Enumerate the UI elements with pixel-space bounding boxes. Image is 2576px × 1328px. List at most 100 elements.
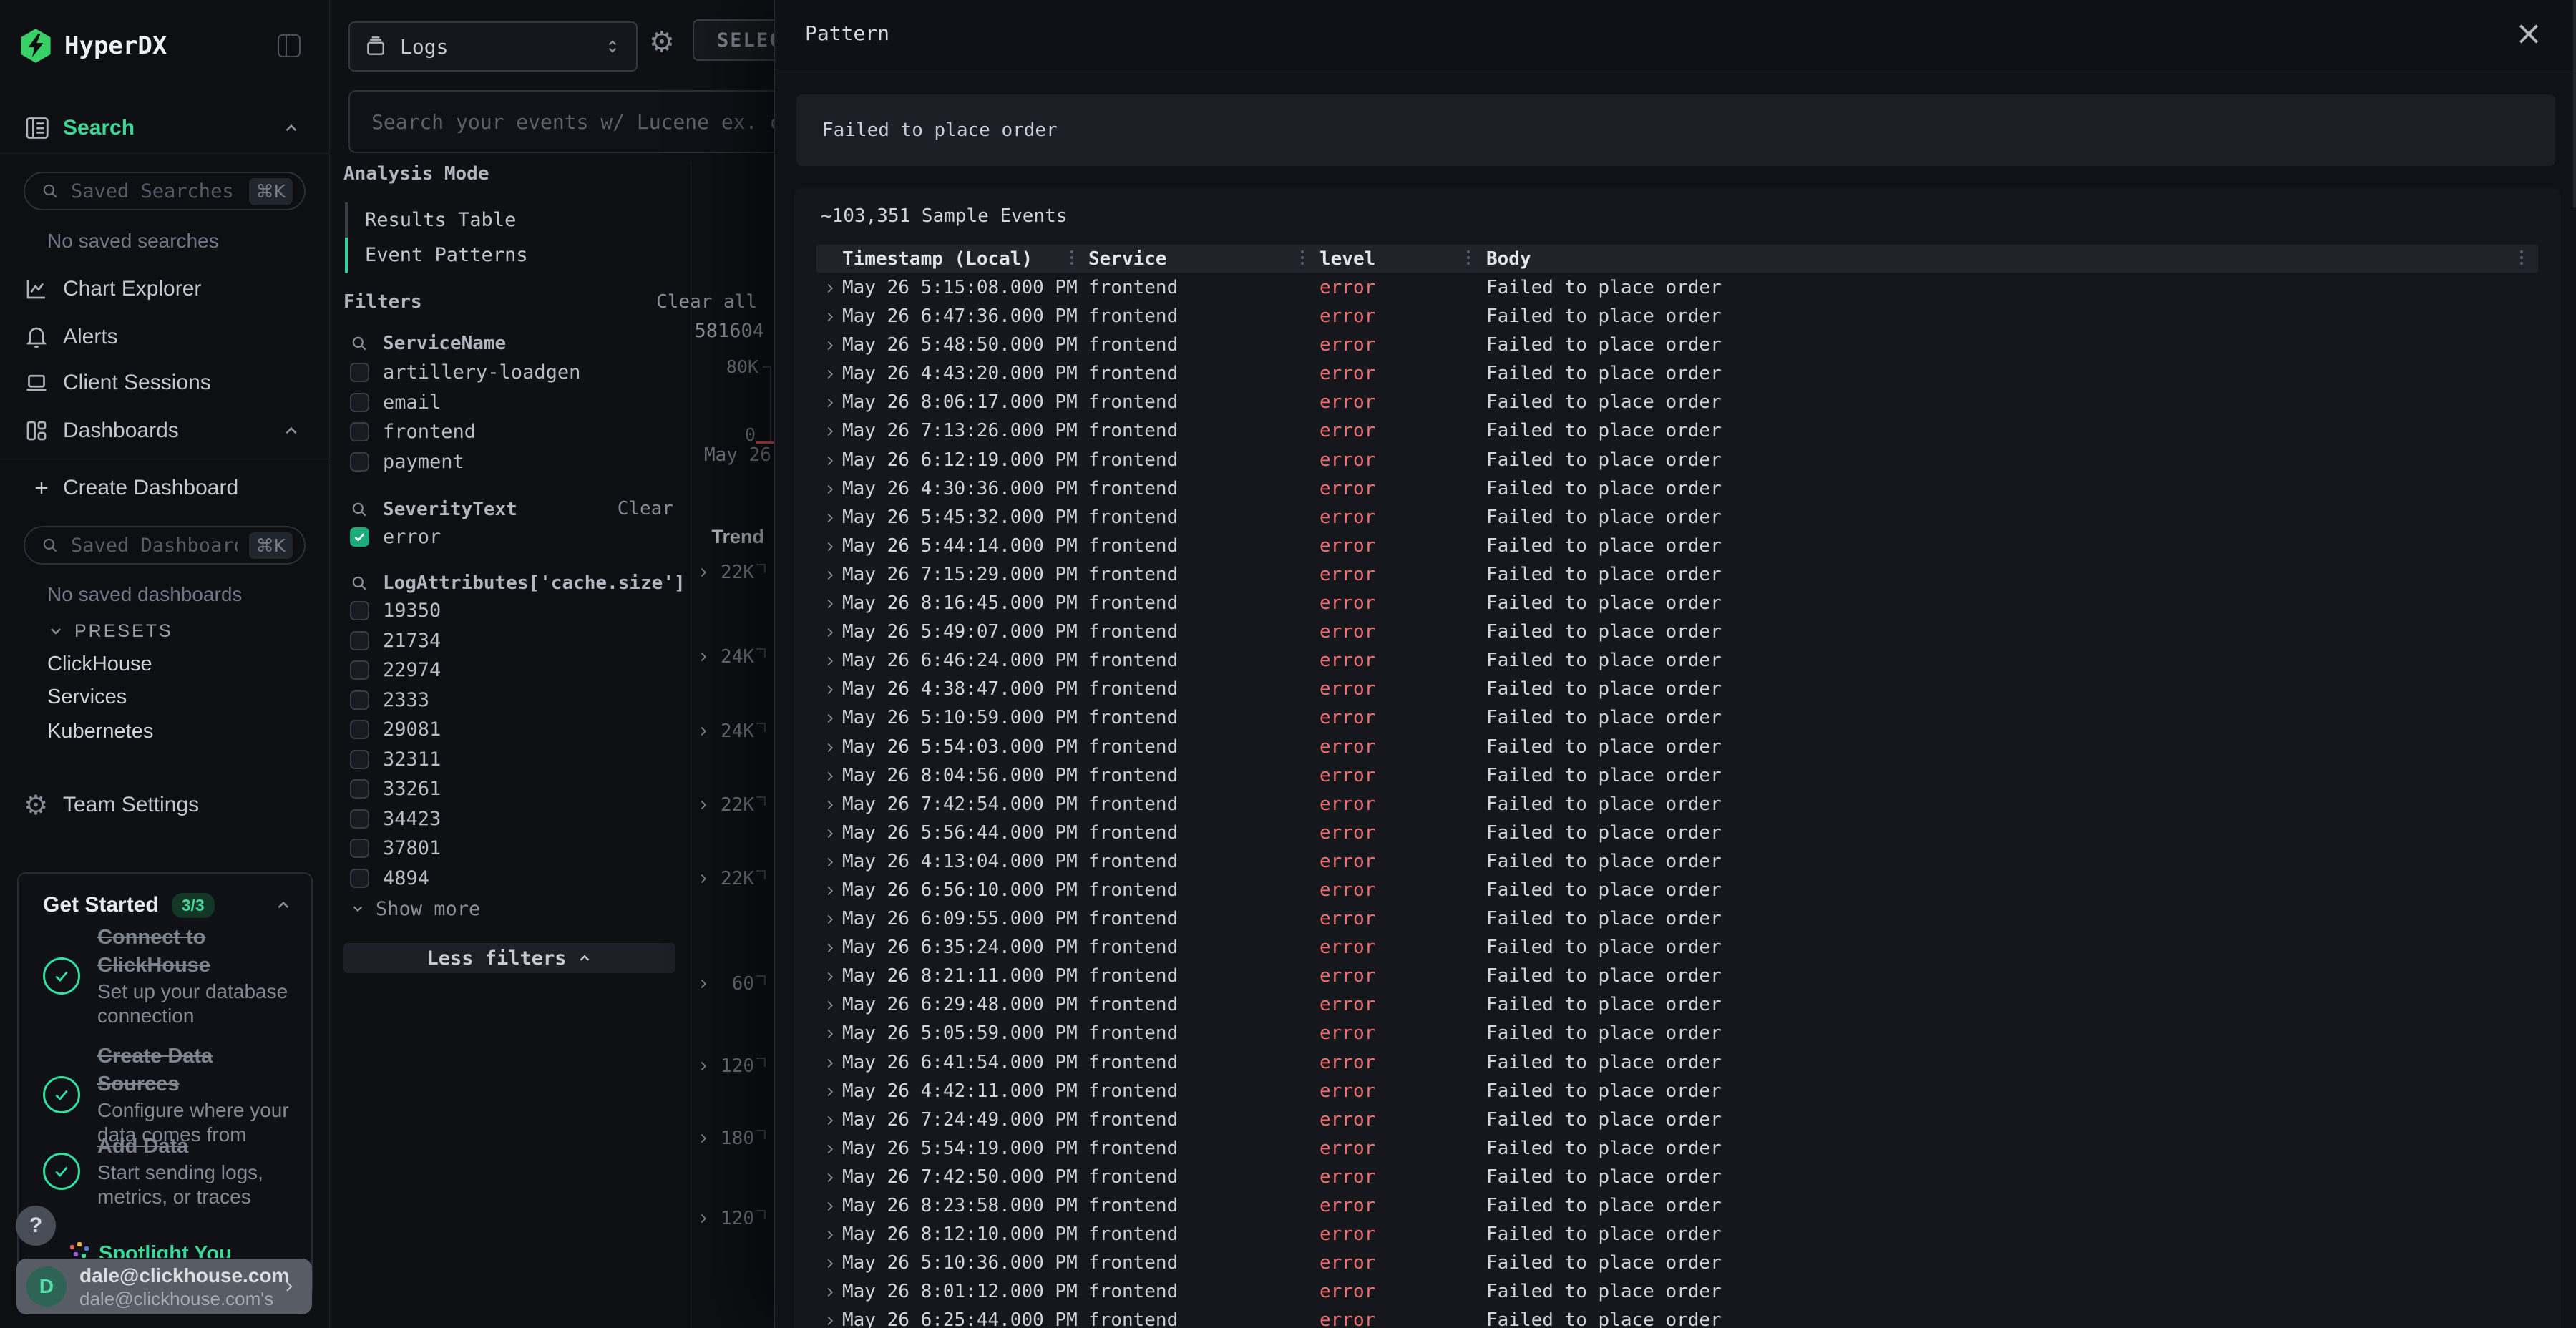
expand-chevron-icon[interactable] [822, 395, 838, 411]
pattern-row-sliver[interactable]: 60 [691, 973, 774, 996]
expand-chevron-icon[interactable] [822, 510, 838, 526]
event-row[interactable]: May 26 8:21:11.000 PM frontend error Fai… [816, 962, 2538, 990]
expand-chevron-icon[interactable] [822, 1055, 838, 1071]
expand-chevron-icon[interactable] [822, 969, 838, 985]
checkbox-unchecked[interactable] [350, 750, 369, 769]
sidebar-item-alerts[interactable]: Alerts [0, 320, 329, 354]
expand-chevron-icon[interactable] [822, 940, 838, 956]
pattern-row-sliver[interactable]: 22K [691, 562, 774, 585]
filter-option-error[interactable]: error [330, 522, 691, 552]
expand-chevron-icon[interactable] [822, 1198, 838, 1214]
expand-chevron-icon[interactable] [822, 482, 838, 497]
filter-option[interactable]: 32311 [330, 745, 691, 775]
col-body[interactable]: Body [1486, 248, 1531, 270]
filter-option[interactable]: 37801 [330, 834, 691, 864]
event-row[interactable]: May 26 7:15:29.000 PM frontend error Fai… [816, 560, 2538, 589]
collapse-sidebar-icon[interactable] [278, 34, 301, 57]
sidebar-item-dashboards[interactable]: Dashboards [0, 414, 329, 448]
event-row[interactable]: May 26 7:24:49.000 PM frontend error Fai… [816, 1105, 2538, 1134]
filter-option[interactable]: 4894 [330, 864, 691, 894]
event-row[interactable]: May 26 4:43:20.000 PM frontend error Fai… [816, 359, 2538, 388]
event-row[interactable]: May 26 6:46:24.000 PM frontend error Fai… [816, 646, 2538, 675]
filter-option[interactable]: 2333 [330, 685, 691, 716]
event-row[interactable]: May 26 5:56:44.000 PM frontend error Fai… [816, 819, 2538, 847]
pattern-row-sliver[interactable]: 24K [691, 721, 774, 743]
mode-results-table[interactable]: Results Table [345, 202, 645, 238]
checkbox-unchecked[interactable] [350, 839, 369, 858]
expand-chevron-icon[interactable] [822, 1084, 838, 1100]
checkbox-unchecked[interactable] [350, 631, 369, 650]
expand-chevron-icon[interactable] [822, 997, 838, 1013]
expand-chevron-icon[interactable] [822, 453, 838, 469]
event-row[interactable]: May 26 5:15:08.000 PM frontend error Fai… [816, 273, 2538, 302]
close-icon[interactable]: × [2507, 11, 2550, 54]
chevron-up-icon[interactable] [274, 896, 293, 914]
checkbox-unchecked[interactable] [350, 452, 369, 472]
checkbox-unchecked[interactable] [350, 809, 369, 829]
expand-chevron-icon[interactable] [822, 768, 838, 784]
filter-option[interactable]: payment [330, 447, 691, 477]
expand-chevron-icon[interactable] [822, 854, 838, 870]
expand-chevron-icon[interactable] [822, 653, 838, 669]
filter-option[interactable]: 21734 [330, 626, 691, 656]
event-row[interactable]: May 26 8:23:58.000 PM frontend error Fai… [816, 1191, 2538, 1220]
expand-chevron-icon[interactable] [822, 1256, 838, 1271]
expand-chevron-icon[interactable] [822, 539, 838, 555]
filter-option[interactable]: email [330, 388, 691, 418]
saved-dashboards-input[interactable]: Saved Dashboards ⌘K [24, 526, 306, 565]
event-row[interactable]: May 26 5:10:59.000 PM frontend error Fai… [816, 703, 2538, 732]
show-more-link[interactable]: Show more [350, 894, 480, 923]
expand-chevron-icon[interactable] [822, 280, 838, 296]
event-row[interactable]: May 26 6:25:44.000 PM frontend error Fai… [816, 1306, 2538, 1328]
pattern-row-sliver[interactable]: 120 [691, 1055, 774, 1078]
expand-chevron-icon[interactable] [822, 1313, 838, 1328]
expand-chevron-icon[interactable] [822, 596, 838, 612]
expand-chevron-icon[interactable] [822, 1170, 838, 1186]
pattern-row-sliver[interactable]: 22K [691, 794, 774, 817]
expand-chevron-icon[interactable] [822, 1113, 838, 1128]
expand-chevron-icon[interactable] [822, 682, 838, 698]
saved-searches-input[interactable]: Saved Searches ⌘K [24, 172, 306, 210]
event-row[interactable]: May 26 6:29:48.000 PM frontend error Fai… [816, 990, 2538, 1019]
event-row[interactable]: May 26 5:05:59.000 PM frontend error Fai… [816, 1019, 2538, 1048]
sidebar-item-chart-explorer[interactable]: Chart Explorer [0, 272, 329, 306]
chevron-up-icon[interactable] [282, 119, 301, 137]
event-row[interactable]: May 26 7:42:50.000 PM frontend error Fai… [816, 1163, 2538, 1191]
event-row[interactable]: May 26 5:49:07.000 PM frontend error Fai… [816, 617, 2538, 646]
checkbox-unchecked[interactable] [350, 363, 369, 382]
event-row[interactable]: May 26 6:12:19.000 PM frontend error Fai… [816, 446, 2538, 474]
event-row[interactable]: May 26 7:13:26.000 PM frontend error Fai… [816, 416, 2538, 445]
filter-option[interactable]: frontend [330, 417, 691, 447]
filter-option[interactable]: artillery-loadgen [330, 358, 691, 388]
expand-chevron-icon[interactable] [822, 1026, 838, 1042]
sidebar-item-search[interactable]: Search [0, 111, 329, 145]
get-started-header[interactable]: Get Started 3/3 [43, 889, 293, 921]
expand-chevron-icon[interactable] [822, 826, 838, 841]
event-row[interactable]: May 26 4:42:11.000 PM frontend error Fai… [816, 1077, 2538, 1105]
clear-severity-link[interactable]: Clear [618, 498, 673, 519]
event-row[interactable]: May 26 5:54:19.000 PM frontend error Fai… [816, 1134, 2538, 1163]
expand-chevron-icon[interactable] [822, 625, 838, 640]
pattern-row-sliver[interactable]: 120 [691, 1208, 774, 1231]
less-filters-button[interactable]: Less filters [343, 943, 675, 973]
event-row[interactable]: May 26 5:48:50.000 PM frontend error Fai… [816, 331, 2538, 359]
event-row[interactable]: May 26 4:13:04.000 PM frontend error Fai… [816, 847, 2538, 876]
expand-chevron-icon[interactable] [822, 1141, 838, 1157]
preset-item-services[interactable]: Services [0, 681, 329, 713]
event-row[interactable]: May 26 6:41:54.000 PM frontend error Fai… [816, 1048, 2538, 1077]
checkbox-unchecked[interactable] [350, 869, 369, 888]
preset-item-clickhouse[interactable]: ClickHouse [0, 648, 329, 680]
expand-chevron-icon[interactable] [822, 740, 838, 756]
event-row[interactable]: May 26 8:04:56.000 PM frontend error Fai… [816, 761, 2538, 790]
column-handle-icon[interactable] [1300, 250, 1304, 265]
col-timestamp[interactable]: Timestamp (Local) [842, 248, 1033, 270]
checkbox-unchecked[interactable] [350, 393, 369, 412]
expand-chevron-icon[interactable] [822, 567, 838, 583]
scrollbar[interactable] [2573, 0, 2576, 208]
event-row[interactable]: May 26 5:54:03.000 PM frontend error Fai… [816, 733, 2538, 761]
event-row[interactable]: May 26 8:12:10.000 PM frontend error Fai… [816, 1220, 2538, 1249]
expand-chevron-icon[interactable] [822, 797, 838, 813]
preset-item-kubernetes[interactable]: Kubernetes [0, 716, 329, 747]
event-row[interactable]: May 26 8:01:12.000 PM frontend error Fai… [816, 1277, 2538, 1306]
expand-chevron-icon[interactable] [822, 883, 838, 899]
